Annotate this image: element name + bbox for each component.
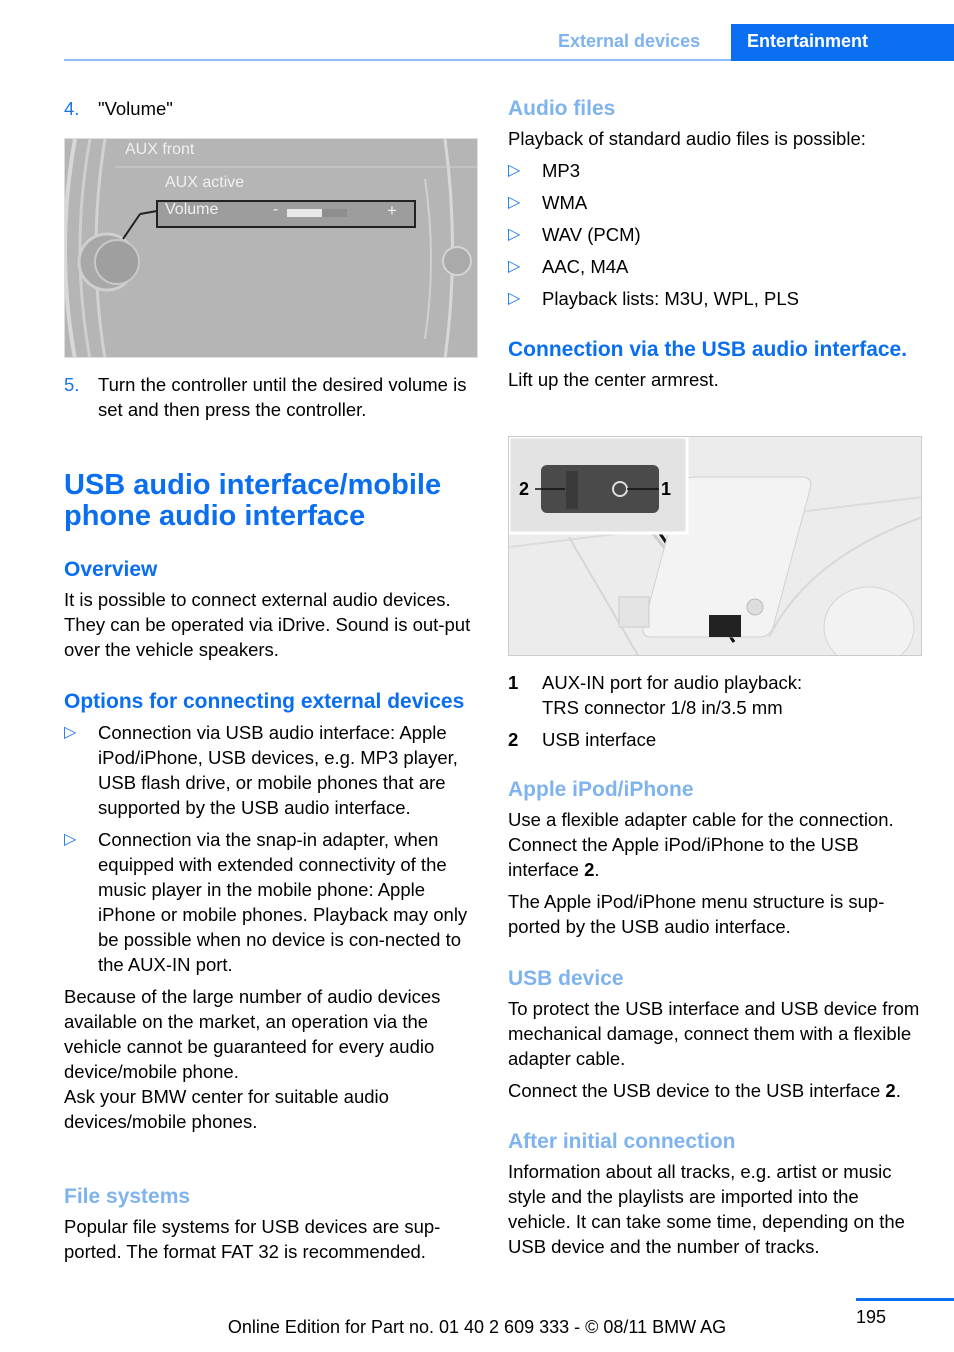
connection-section: Connection via the USB audio interface. …	[508, 337, 922, 392]
options-list: ▷ Connection via USB audio interface: App…	[64, 720, 478, 977]
options-heading: Options for connecting external devices	[64, 690, 465, 713]
ipod-para-2: The Apple iPod/iPhone menu structure is …	[508, 891, 885, 937]
page-number-rule	[856, 1298, 954, 1301]
list-item: ▷ AAC, M4A	[508, 256, 629, 277]
header-chapter[interactable]: Entertainment	[731, 24, 954, 61]
usb-device-section: USB device To protect the USB interface …	[508, 966, 922, 1103]
list-item: ▷ Connection via USB audio interface: App…	[64, 722, 458, 818]
connection-text: Lift up the center armrest.	[508, 369, 719, 390]
volume-level-bar	[287, 209, 322, 217]
volume-minus: -	[273, 201, 279, 218]
triangle-bullet-icon: ▷	[508, 258, 521, 275]
list-item: ▷ WMA	[508, 192, 588, 213]
triangle-bullet-icon: ▷	[508, 162, 521, 179]
step-text: Turn the controller until the desired vo…	[98, 374, 467, 420]
step-number: 4.	[64, 98, 80, 119]
list-item: ▷ Connection via the snap-in adapter, whe…	[64, 829, 468, 975]
ipod-heading: Apple iPod/iPhone	[508, 778, 694, 801]
main-heading: USB audio interface/mobile phone audio i…	[64, 469, 442, 532]
connection-heading: Connection via the USB audio interface.	[508, 338, 908, 361]
usb-device-para-1: To protect the USB interface and USB dev…	[508, 998, 920, 1069]
triangle-bullet-icon: ▷	[508, 226, 521, 243]
list-item: ▷ Playback lists: M3U, WPL, PLS	[508, 288, 800, 309]
triangle-bullet-icon: ▷	[508, 194, 521, 211]
overview-text: It is possible to connect external audio…	[64, 589, 471, 660]
triangle-bullet-icon: ▷	[64, 831, 77, 848]
list-item: ▷ WAV (PCM)	[508, 224, 641, 245]
header-section[interactable]: External devices	[558, 31, 700, 52]
overview-heading: Overview	[64, 558, 158, 581]
after-connection-text: Information about all tracks, e.g. artis…	[508, 1161, 905, 1257]
legend-key: 1	[508, 672, 519, 693]
after-connection-heading: After initial connection	[508, 1130, 736, 1153]
after-connection-section: After initial connection Information abo…	[508, 1129, 922, 1259]
options-section: Options for connecting external devices …	[64, 689, 478, 1134]
step-5: 5. Turn the controller until the desired…	[64, 372, 478, 422]
overview-section: Overview It is possible to connect exter…	[64, 557, 478, 662]
photo-legend: 1 AUX-IN port for audio playback: TRS co…	[508, 670, 922, 752]
audio-files-heading: Audio files	[508, 97, 616, 120]
step-number: 5.	[64, 374, 80, 395]
volume-plus: +	[387, 201, 397, 220]
filesystems-heading: File systems	[64, 1185, 191, 1208]
footer-edition: Online Edition for Part no. 01 40 2 609 …	[227, 1317, 727, 1337]
screen-item-volume: Volume	[165, 201, 219, 218]
usb-device-para-2: Connect the USB device to the USB interf…	[508, 1080, 901, 1101]
filesystems-text: Popular file systems for USB devices are…	[64, 1216, 441, 1262]
filesystems-section: File systems Popular file systems for US…	[64, 1184, 478, 1264]
legend-item: 1 AUX-IN port for audio playback: TRS co…	[508, 672, 803, 718]
legend-item: 2 USB interface	[508, 729, 657, 750]
audio-files-list: ▷ MP3 ▷ WMA ▷ WAV (PCM) ▷ AAC, M4A ▷ Playback…	[508, 158, 922, 311]
legend-key: 2	[508, 729, 519, 750]
step-4: 4. "Volume"	[64, 96, 478, 121]
usb-device-heading: USB device	[508, 967, 624, 990]
armrest-photo: 2 1	[508, 436, 922, 656]
callout-1: 1	[661, 479, 672, 499]
audio-files-intro: Playback of standard audio files is poss…	[508, 128, 866, 149]
screen-menu-title: AUX front	[125, 141, 195, 158]
list-item: ▷ MP3	[508, 160, 581, 181]
idrive-screen-illustration	[65, 139, 477, 357]
ipod-para-1: Use a flexible adapter cable for the con…	[508, 809, 894, 880]
step-text: "Volume"	[98, 98, 173, 119]
idrive-screen-image: AUX front AUX active Volume - +	[64, 138, 478, 358]
armrest-illustration	[509, 437, 921, 655]
callout-2: 2	[519, 479, 530, 499]
screen-item-aux-active: AUX active	[165, 174, 245, 191]
triangle-bullet-icon: ▷	[64, 724, 77, 741]
audio-files-section: Audio files Playback of standard audio f…	[508, 96, 922, 311]
options-para-1: Because of the large number of audio dev…	[64, 986, 441, 1082]
triangle-bullet-icon: ▷	[508, 290, 521, 307]
options-para-2: Ask your BMW center for suitable audio d…	[64, 1086, 389, 1132]
ipod-section: Apple iPod/iPhone Use a flexible adapter…	[508, 777, 922, 939]
